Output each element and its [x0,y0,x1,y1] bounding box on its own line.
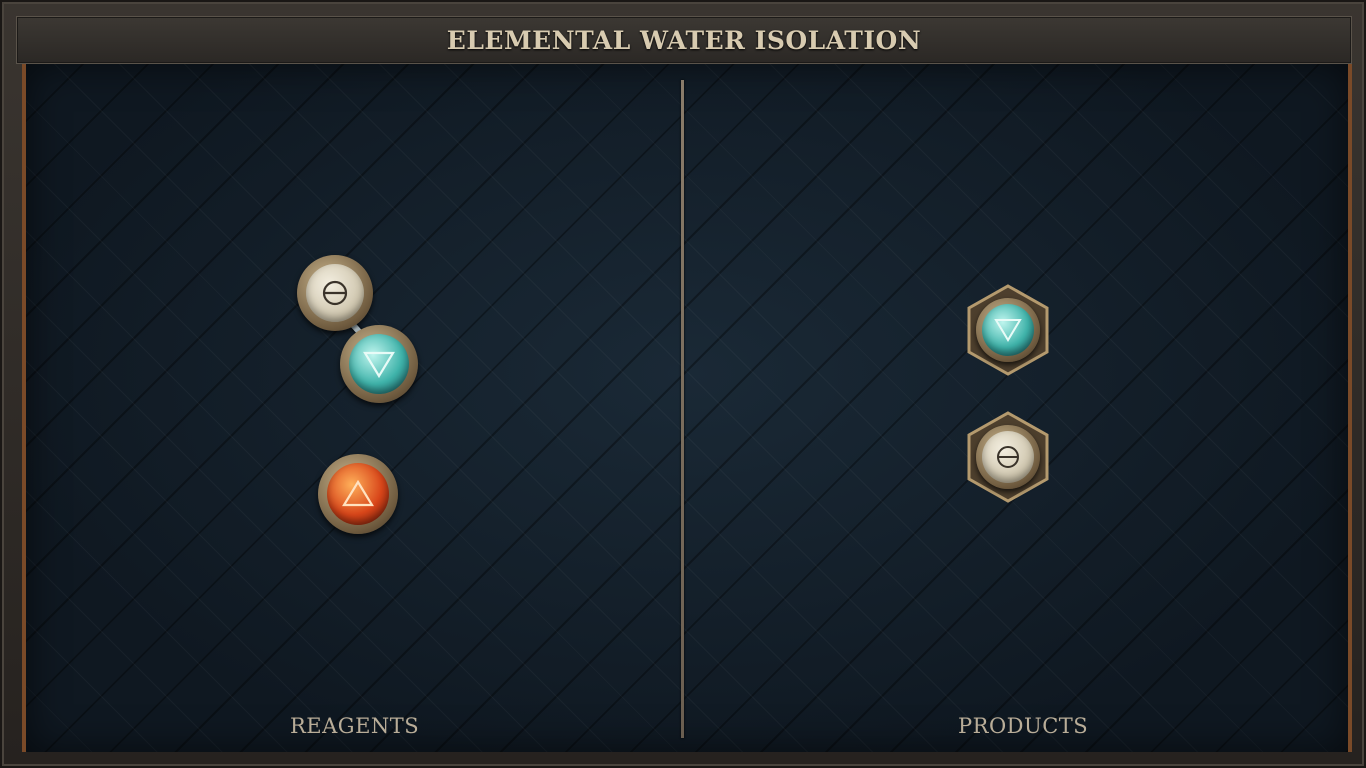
puzzle-board [22,64,1352,752]
reagent-fire-atom[interactable] [318,454,398,534]
panel-divider [681,80,684,738]
water-icon [993,317,1023,343]
product-salt-atom [966,411,1050,503]
fire-icon [341,479,375,509]
reagent-water-atom[interactable] [340,325,418,403]
puzzle-title: ELEMENTAL WATER ISOLATION [446,25,922,55]
products-label: PRODUCTS [958,714,1089,738]
title-bar: ELEMENTAL WATER ISOLATION [16,16,1352,64]
product-water-atom [966,284,1050,376]
salt-icon [320,278,350,308]
water-icon [362,349,396,379]
reagent-salt-atom[interactable] [297,255,373,331]
salt-icon [995,444,1021,470]
reagents-label: REAGENTS [290,714,420,738]
